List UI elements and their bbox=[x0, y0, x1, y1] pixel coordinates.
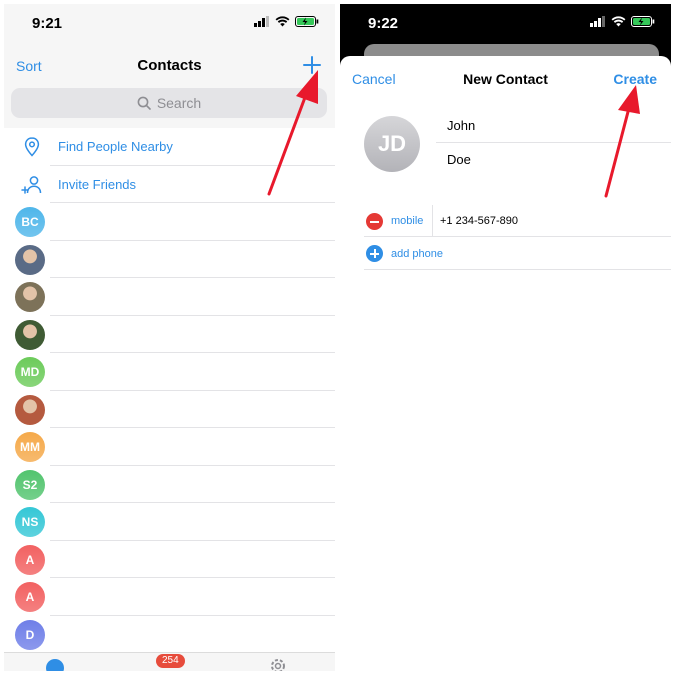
contact-avatar: BC bbox=[15, 207, 45, 237]
search-placeholder: Search bbox=[156, 95, 202, 111]
contact-row[interactable]: MD bbox=[4, 353, 335, 391]
create-button[interactable]: Create bbox=[613, 71, 657, 87]
status-bar: 9:21 bbox=[4, 4, 335, 40]
last-name-field[interactable]: Doe bbox=[436, 143, 671, 177]
contact-row[interactable]: S2 bbox=[4, 466, 335, 503]
contacts-screen: 9:21 Sort Contacts Search Find People Ne… bbox=[4, 4, 335, 671]
contact-avatar: MD bbox=[15, 357, 45, 387]
signal-icon bbox=[590, 16, 605, 27]
plus-icon[interactable] bbox=[301, 54, 323, 76]
new-contact-sheet: Cancel New Contact Create JD John Doe mo… bbox=[340, 56, 671, 671]
find-people-nearby-row[interactable]: Find People Nearby bbox=[4, 128, 335, 166]
first-name-field[interactable]: John bbox=[436, 109, 671, 143]
status-icons bbox=[590, 16, 655, 27]
contact-avatar bbox=[15, 282, 45, 312]
add-phone-icon[interactable] bbox=[366, 245, 383, 262]
contact-avatar: A bbox=[15, 544, 45, 575]
contact-row[interactable]: D bbox=[4, 616, 335, 653]
signal-icon bbox=[254, 16, 269, 27]
contact-row[interactable] bbox=[4, 278, 335, 316]
chats-unread-badge: 254 bbox=[156, 654, 185, 668]
contact-avatar: MM bbox=[15, 432, 45, 462]
contact-avatar bbox=[15, 319, 45, 350]
settings-gear-icon[interactable] bbox=[268, 656, 288, 671]
add-person-icon bbox=[21, 175, 42, 194]
contact-row[interactable] bbox=[4, 391, 335, 428]
phone-row: mobile +1 234-567-890 bbox=[364, 204, 671, 237]
battery-charging-icon bbox=[295, 16, 319, 27]
contact-avatar: D bbox=[15, 619, 45, 650]
add-phone-row[interactable]: add phone bbox=[364, 238, 671, 270]
location-pin-icon bbox=[24, 137, 40, 157]
contact-avatar[interactable]: JD bbox=[364, 116, 420, 172]
contacts-list: Find People Nearby Invite Friends BC MD MM… bbox=[4, 128, 335, 653]
contact-row[interactable] bbox=[4, 316, 335, 353]
tab-bar: 254 bbox=[4, 652, 335, 671]
contacts-navbar: Sort Contacts bbox=[4, 48, 335, 84]
contact-row[interactable]: A bbox=[4, 578, 335, 616]
battery-charging-icon bbox=[631, 16, 655, 27]
contact-avatar: NS bbox=[15, 507, 45, 537]
page-title: Contacts bbox=[137, 57, 202, 74]
search-icon bbox=[137, 96, 151, 110]
find-people-nearby-label: Find People Nearby bbox=[58, 139, 173, 154]
phone-number-field[interactable]: +1 234-567-890 bbox=[440, 215, 518, 227]
wifi-icon bbox=[275, 16, 290, 27]
contact-row[interactable]: MM bbox=[4, 428, 335, 466]
remove-phone-icon[interactable] bbox=[366, 213, 383, 230]
contact-avatar bbox=[15, 244, 45, 275]
contact-row[interactable]: BC bbox=[4, 203, 335, 241]
contact-row[interactable] bbox=[4, 241, 335, 278]
add-phone-label: add phone bbox=[391, 248, 443, 260]
search-bar[interactable]: Search bbox=[11, 88, 327, 118]
sheet-navbar: Cancel New Contact Create bbox=[340, 68, 671, 92]
status-time: 9:21 bbox=[32, 15, 63, 32]
status-time: 9:22 bbox=[368, 15, 399, 32]
contact-avatar: A bbox=[15, 582, 45, 612]
contact-avatar: S2 bbox=[15, 469, 45, 500]
first-name-value: John bbox=[447, 118, 476, 133]
last-name-value: Doe bbox=[447, 152, 471, 167]
contact-rows: BC MD MM S2 NS A A D bbox=[4, 203, 335, 653]
invite-friends-label: Invite Friends bbox=[58, 176, 137, 192]
invite-friends-row[interactable]: Invite Friends bbox=[4, 166, 335, 203]
contact-avatar bbox=[15, 394, 45, 425]
contact-row[interactable]: NS bbox=[4, 503, 335, 541]
status-bar: 9:22 bbox=[340, 4, 671, 40]
new-contact-screen: 9:22 Cancel New Contact Create JD John D… bbox=[340, 4, 671, 671]
phone-type-label[interactable]: mobile bbox=[391, 215, 423, 227]
wifi-icon bbox=[611, 16, 626, 27]
status-icons bbox=[254, 16, 319, 27]
phone-divider bbox=[432, 205, 433, 236]
contact-row[interactable]: A bbox=[4, 541, 335, 578]
contacts-tab-icon[interactable] bbox=[46, 659, 64, 671]
